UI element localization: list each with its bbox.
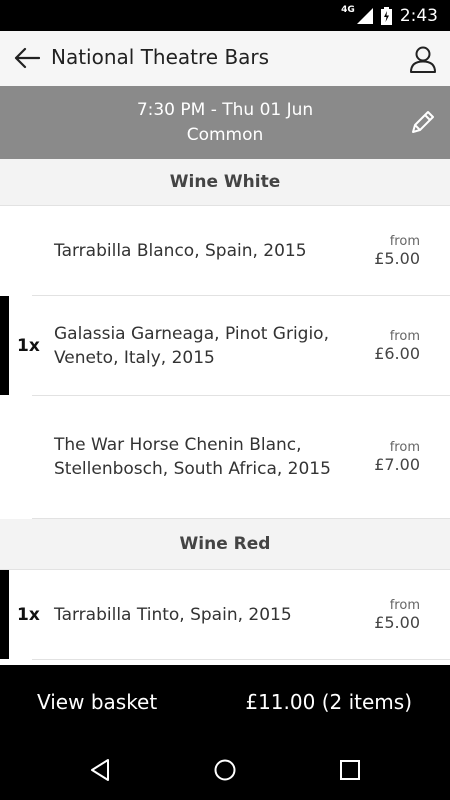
- section-header-wine-white: Wine White: [0, 159, 450, 206]
- clock-time: 2:43: [399, 5, 438, 26]
- quantity-indicator: 1x: [0, 296, 40, 395]
- price-amount: £7.00: [374, 455, 420, 474]
- recents-square-icon[interactable]: [335, 755, 365, 785]
- performance-location: Common: [186, 125, 264, 145]
- back-triangle-icon[interactable]: [86, 755, 116, 785]
- pencil-icon[interactable]: [408, 107, 438, 137]
- price-prefix: from: [389, 440, 420, 455]
- battery-icon: [380, 6, 392, 25]
- selected-bar: [0, 570, 9, 659]
- app-bar: National Theatre Bars: [0, 31, 450, 86]
- quantity-label: 1x: [17, 604, 40, 625]
- arrow-left-icon[interactable]: [12, 43, 42, 73]
- item-price: from £6.00: [370, 329, 450, 363]
- section-header-wine-red: Wine Red: [0, 519, 450, 570]
- quantity-indicator: 1x: [0, 570, 40, 659]
- view-basket-label: View basket: [37, 690, 158, 714]
- status-bar: 4G 2:43: [0, 0, 450, 31]
- price-amount: £5.00: [374, 248, 420, 268]
- network-type-label: 4G: [341, 4, 355, 15]
- item-name: The War Horse Chenin Blanc, Stellenbosch…: [54, 435, 331, 479]
- item-price: from £5.00: [370, 598, 450, 632]
- system-nav-bar: [0, 740, 450, 800]
- page-title: National Theatre Bars: [51, 45, 270, 69]
- performance-header: 7:30 PM - Thu 01 Jun Common: [0, 86, 450, 159]
- menu-list[interactable]: Wine White Tarrabilla Blanco, Spain, 201…: [0, 159, 450, 665]
- menu-item[interactable]: 1x Tarrabilla Tinto, Spain, 2015 from £5.…: [0, 570, 450, 660]
- price-prefix: from: [389, 597, 420, 613]
- price-prefix: from: [389, 233, 420, 249]
- item-price: from £7.00: [370, 440, 450, 474]
- price-prefix: from: [389, 328, 420, 344]
- menu-item[interactable]: The War Horse Chenin Blanc, Stellenbosch…: [32, 396, 450, 519]
- status-icons: 4G 2:43: [341, 0, 438, 31]
- item-name: Tarrabilla Blanco, Spain, 2015: [54, 240, 307, 261]
- price-amount: £5.00: [374, 612, 420, 632]
- performance-datetime: 7:30 PM - Thu 01 Jun: [136, 100, 314, 120]
- menu-item[interactable]: 1x Galassia Garneaga, Pinot Grigio, Vene…: [0, 296, 450, 396]
- menu-item[interactable]: Tarrabilla Blanco, Spain, 2015 from £5.00: [32, 206, 450, 296]
- home-circle-icon[interactable]: [210, 755, 240, 785]
- basket-total: £11.00 (2 items): [245, 690, 412, 714]
- item-name: Tarrabilla Tinto, Spain, 2015: [54, 604, 292, 625]
- price-amount: £6.00: [374, 343, 420, 363]
- quantity-label: 1x: [17, 335, 40, 356]
- selected-bar: [0, 296, 9, 395]
- view-basket-button[interactable]: View basket £11.00 (2 items): [0, 665, 450, 740]
- user-icon[interactable]: [408, 44, 438, 74]
- item-price: from £5.00: [370, 234, 450, 268]
- item-name: Galassia Garneaga, Pinot Grigio, Veneto,…: [54, 323, 329, 368]
- signal-icon: [356, 7, 373, 24]
